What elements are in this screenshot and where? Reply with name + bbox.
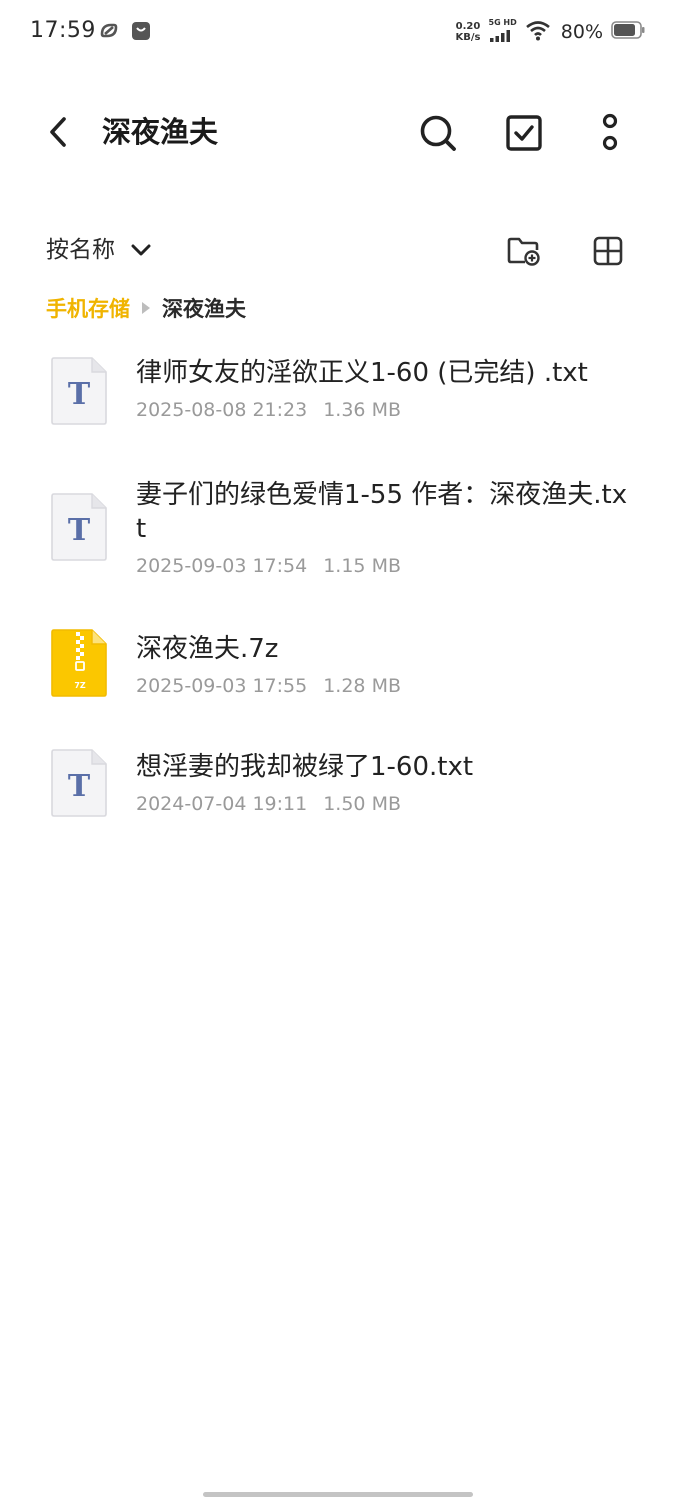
select-mode-button[interactable] xyxy=(499,108,549,158)
file-item[interactable]: T 妻子们的绿色爱情1-55 作者：深夜渔夫.txt 2025-09-03 17… xyxy=(0,474,675,604)
signal-bars-icon xyxy=(489,27,511,46)
svg-text:7Z: 7Z xyxy=(74,681,86,690)
file-info: 律师女友的淫欲正义1-60 (已完结) .txt 2025-08-08 21:2… xyxy=(136,356,636,422)
file-size: 1.50 MB xyxy=(323,793,401,815)
sync-app-icon xyxy=(98,20,120,46)
grid-view-icon xyxy=(593,236,623,266)
header-actions xyxy=(413,108,635,158)
file-date: 2025-08-08 21:23 xyxy=(136,399,308,421)
file-info: 想淫妻的我却被绿了1-60.txt 2024-07-04 19:11 1.50 … xyxy=(136,750,636,816)
file-item[interactable]: T 律师女友的淫欲正义1-60 (已完结) .txt 2025-08-08 21… xyxy=(0,340,675,450)
network-speed-unit: KB/s xyxy=(455,32,481,43)
status-bar: 17:59 0.20 KB/s 5G HD 80% xyxy=(0,0,675,64)
search-icon xyxy=(420,115,456,151)
grid-view-button[interactable] xyxy=(583,226,633,276)
battery-percentage: 80% xyxy=(560,21,603,43)
more-options-button[interactable] xyxy=(585,108,635,158)
new-folder-icon xyxy=(507,237,540,266)
text-file-icon: T xyxy=(51,749,107,817)
file-info: 深夜渔夫.7z 2025-09-03 17:55 1.28 MB xyxy=(136,632,636,698)
file-size: 1.28 MB xyxy=(323,675,401,697)
sort-toolbar: 按名称 xyxy=(0,222,675,278)
file-date: 2024-07-04 19:11 xyxy=(136,793,308,815)
battery-icon xyxy=(611,21,645,43)
status-notification-icons xyxy=(98,20,152,46)
status-time: 17:59 xyxy=(30,18,96,43)
file-name: 深夜渔夫.7z xyxy=(136,634,279,664)
home-indicator[interactable] xyxy=(203,1492,473,1497)
file-info: 妻子们的绿色爱情1-55 作者：深夜渔夫.txt 2025-09-03 17:5… xyxy=(136,478,636,578)
breadcrumb-root[interactable]: 手机存储 xyxy=(46,293,130,323)
file-size: 1.36 MB xyxy=(323,399,401,421)
svg-text:T: T xyxy=(68,769,91,804)
text-file-icon: T xyxy=(51,357,107,425)
network-speed-value: 0.20 xyxy=(455,21,481,32)
breadcrumb: 手机存储 深夜渔夫 xyxy=(46,290,246,326)
cellular-signal: 5G HD xyxy=(489,18,517,46)
back-button[interactable] xyxy=(36,110,80,154)
network-type-label: 5G HD xyxy=(488,18,517,27)
file-size: 1.15 MB xyxy=(323,555,401,577)
file-name: 律师女友的淫欲正义1-60 (已完结) .txt xyxy=(136,358,588,388)
file-name: 妻子们的绿色爱情1-55 作者：深夜渔夫.txt xyxy=(136,480,628,544)
file-item[interactable]: T 想淫妻的我却被绿了1-60.txt 2024-07-04 19:11 1.5… xyxy=(0,738,675,838)
status-indicators: 0.20 KB/s 5G HD 80% xyxy=(456,16,645,48)
app-bar: 深夜渔夫 xyxy=(0,98,675,166)
page-title: 深夜渔夫 xyxy=(102,115,219,149)
sort-label: 按名称 xyxy=(46,237,115,263)
wifi-icon xyxy=(525,19,551,45)
new-folder-button[interactable] xyxy=(499,226,549,276)
network-speed: 0.20 KB/s xyxy=(456,21,481,43)
breadcrumb-current: 深夜渔夫 xyxy=(162,297,246,321)
file-name: 想淫妻的我却被绿了1-60.txt xyxy=(136,752,474,782)
more-vertical-icon xyxy=(602,113,618,151)
file-meta: 2025-09-03 17:54 1.15 MB xyxy=(136,554,636,578)
file-meta: 2024-07-04 19:11 1.50 MB xyxy=(136,792,636,816)
file-item[interactable]: 7Z 深夜渔夫.7z 2025-09-03 17:55 1.28 MB xyxy=(0,620,675,720)
svg-text:T: T xyxy=(68,513,91,548)
shopping-bag-icon xyxy=(130,20,152,46)
svg-text:T: T xyxy=(68,377,91,412)
file-date: 2025-09-03 17:54 xyxy=(136,555,308,577)
chevron-down-icon xyxy=(131,244,151,256)
text-file-icon: T xyxy=(51,493,107,561)
archive-file-icon: 7Z xyxy=(51,629,107,697)
search-button[interactable] xyxy=(413,108,463,158)
breadcrumb-separator-icon xyxy=(142,302,150,314)
sort-dropdown[interactable]: 按名称 xyxy=(46,230,151,270)
file-meta: 2025-09-03 17:55 1.28 MB xyxy=(136,674,636,698)
checkbox-icon xyxy=(506,115,542,151)
view-actions xyxy=(499,226,633,276)
chevron-left-icon xyxy=(50,117,66,147)
file-date: 2025-09-03 17:55 xyxy=(136,675,308,697)
file-meta: 2025-08-08 21:23 1.36 MB xyxy=(136,398,636,422)
